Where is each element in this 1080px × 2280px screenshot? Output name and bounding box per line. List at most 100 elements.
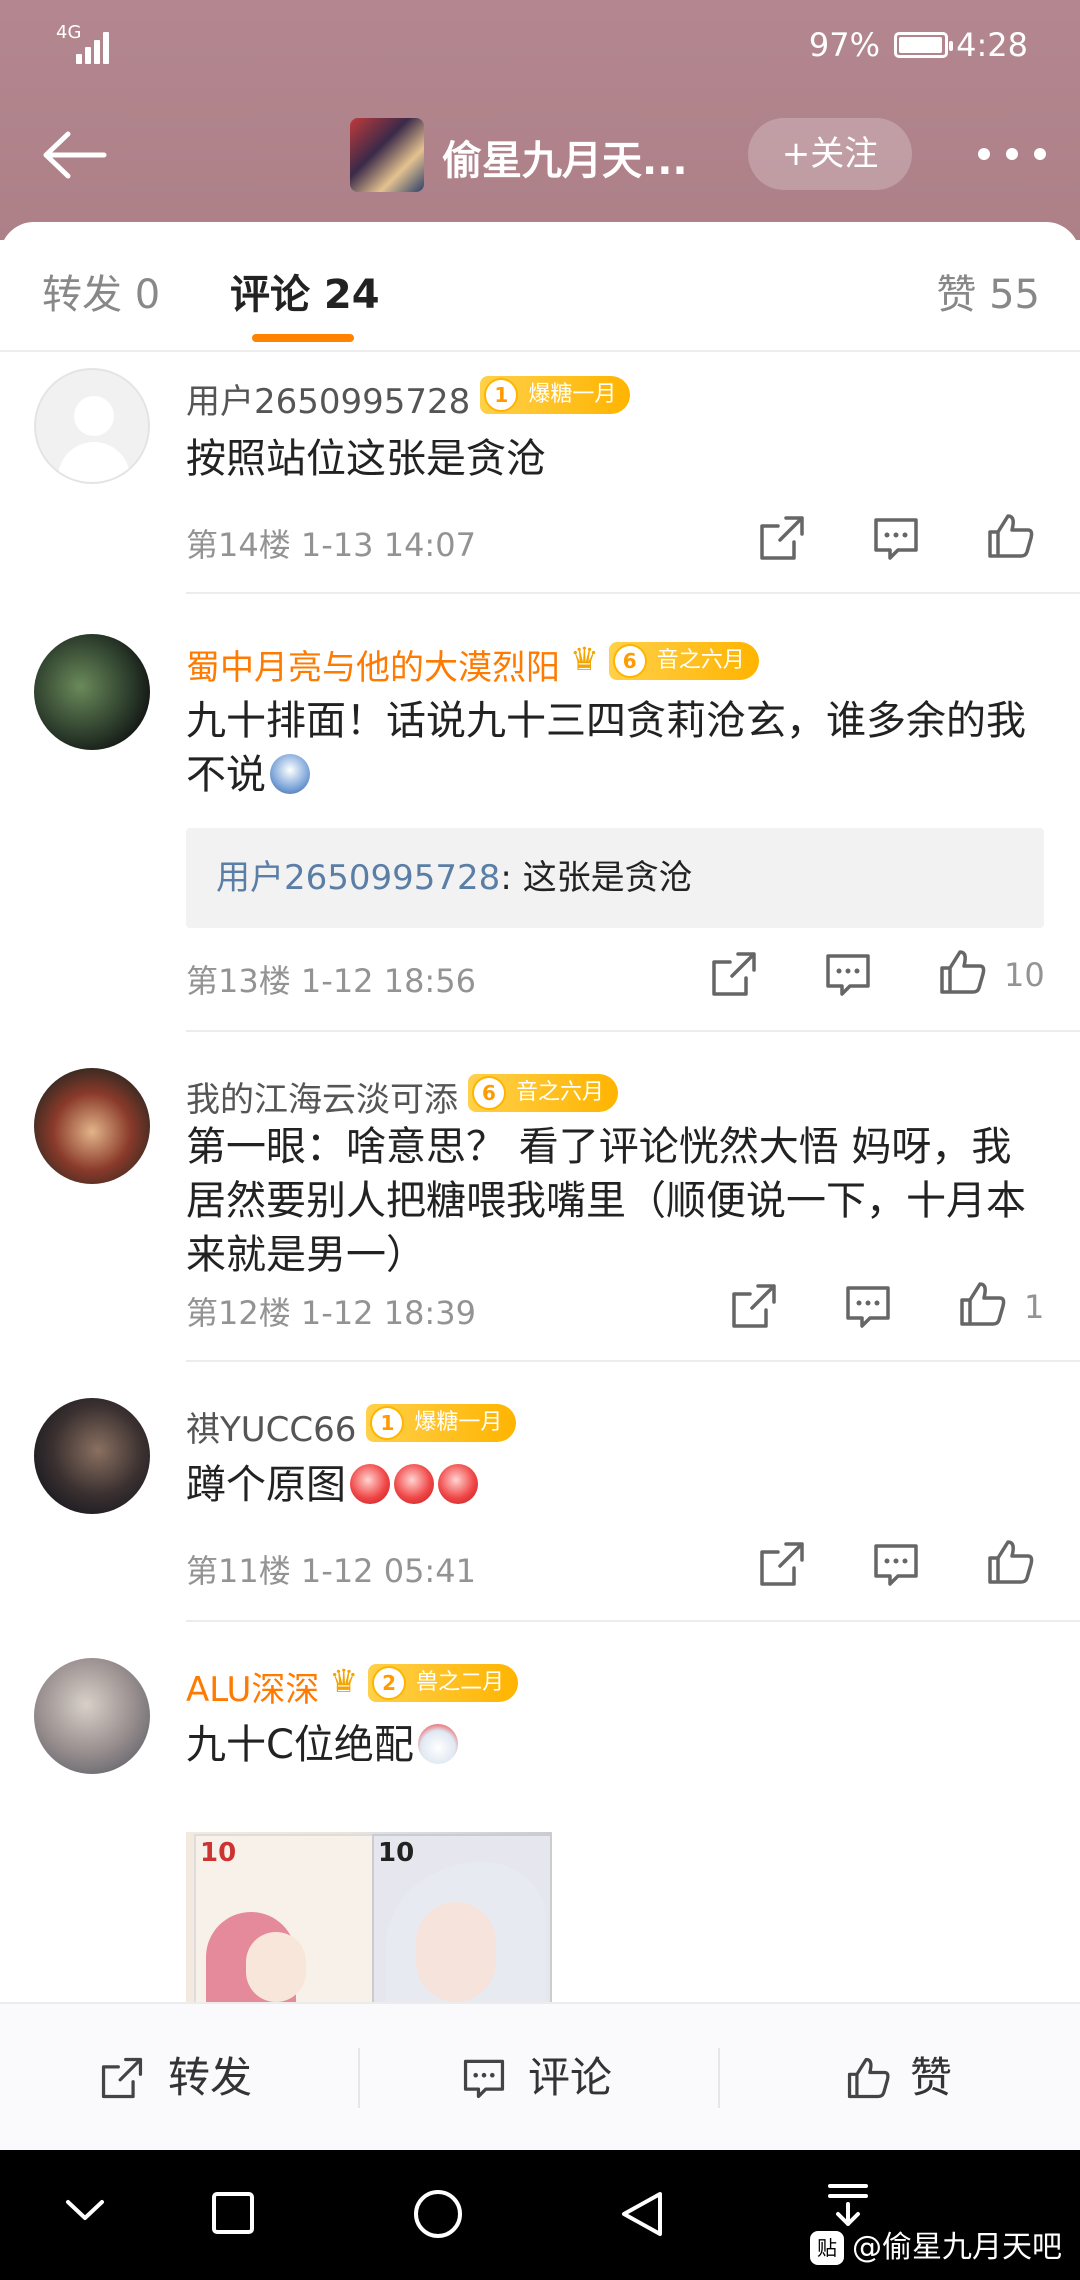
badge-text: 音之六月 — [516, 1080, 605, 1105]
fan-badge: 2 兽之二月 — [368, 1664, 519, 1702]
like-icon[interactable] — [936, 946, 988, 998]
top-area: 4G 97% 4:28 偷星九月天... +关注 — [0, 0, 1080, 240]
comment-icon — [463, 2059, 505, 2099]
tieba-logo-icon: 贴 — [810, 2231, 844, 2265]
fan-badge: 6 音之六月 — [608, 642, 759, 680]
emoji-icon — [270, 754, 310, 794]
active-tab-indicator — [252, 334, 354, 342]
comment-username[interactable]: ALU深深 ♛ 2 兽之二月 — [186, 1662, 519, 1711]
username-text[interactable]: 我的江海云淡可添 — [186, 1080, 458, 1120]
reply-icon[interactable] — [842, 1280, 894, 1332]
floor-number: 第11楼 — [186, 1552, 291, 1590]
username-text[interactable]: 祺YUCC66 — [186, 1410, 356, 1450]
follow-button[interactable]: +关注 — [748, 118, 912, 190]
avatar[interactable] — [34, 1398, 150, 1514]
comment-item: 祺YUCC66 1 爆糖一月 蹲个原图 第11楼 1-12 05:41 — [0, 1362, 1080, 1622]
avatar[interactable] — [34, 634, 150, 750]
recents-icon[interactable] — [210, 2190, 256, 2236]
quoted-username[interactable]: 用户2650995728 — [216, 858, 500, 898]
header-bar: 偷星九月天... +关注 — [0, 110, 1080, 200]
like-label: 赞 — [910, 2053, 953, 2102]
reply-icon[interactable] — [822, 948, 874, 1000]
comment-text: 按照站位这张是贪沧 — [186, 436, 546, 482]
topic-avatar[interactable] — [350, 118, 424, 192]
emoji-icon — [438, 1464, 478, 1504]
separator — [718, 2048, 720, 2108]
share-icon[interactable] — [708, 948, 760, 1000]
floor-number: 第13楼 — [186, 962, 291, 1000]
comment-time: 1-12 18:56 — [300, 962, 476, 1000]
tab-bar: 转发 0 评论 24 赞 55 — [0, 222, 1080, 352]
badge-text: 音之六月 — [656, 648, 745, 673]
watermark: 贴 @偷星九月天吧 — [810, 2222, 1062, 2266]
comment-username[interactable]: 蜀中月亮与他的大漠烈阳 ♛ 6 音之六月 — [186, 640, 759, 689]
page-title[interactable]: 偷星九月天... — [442, 128, 688, 186]
like-icon[interactable] — [984, 1536, 1036, 1588]
separator — [358, 2048, 360, 2108]
username-text[interactable]: 用户2650995728 — [186, 382, 470, 422]
avatar[interactable] — [34, 1068, 150, 1184]
comment-item: ALU深深 ♛ 2 兽之二月 九十C位绝配 10 10 — [0, 1622, 1080, 2002]
system-nav-bar: 贴 @偷星九月天吧 — [0, 2150, 1080, 2280]
comment-username[interactable]: 祺YUCC66 1 爆糖一月 — [186, 1402, 517, 1451]
comment-text: 蹲个原图 — [186, 1458, 1046, 1512]
comment-meta: 第11楼 1-12 05:41 — [186, 1546, 476, 1592]
vip-crown-icon: ♛ — [329, 1662, 359, 1700]
comment-list[interactable]: 用户2650995728 1 爆糖一月 按照站位这张是贪沧 第14楼 1-13 14… — [0, 352, 1080, 2002]
bottom-action-bar: 转发 评论 赞 — [0, 2002, 1080, 2150]
back-arrow-icon[interactable] — [40, 130, 110, 180]
avatar[interactable] — [34, 368, 150, 484]
share-icon[interactable] — [756, 512, 808, 564]
comment-text: 九十排面！话说九十三四贪莉沧玄，谁多余的我不说 — [186, 694, 1046, 802]
comment-text-content: 九十C位绝配 — [186, 1722, 414, 1768]
like-count: 10 — [1004, 956, 1045, 994]
comment-button[interactable]: 评论 — [460, 2004, 660, 2152]
comment-image[interactable]: 10 10 — [186, 1832, 552, 2002]
avatar[interactable] — [34, 1658, 150, 1774]
content-card: 转发 0 评论 24 赞 55 用户2650995728 1 爆糖一月 按照站位这张… — [0, 222, 1080, 2002]
battery-percent: 97% — [808, 26, 880, 64]
like-icon[interactable] — [956, 1278, 1008, 1330]
fan-badge: 1 爆糖一月 — [480, 376, 631, 414]
share-icon[interactable] — [756, 1538, 808, 1590]
comment-meta: 第14楼 1-13 14:07 — [186, 520, 476, 566]
like-icon[interactable] — [984, 510, 1036, 562]
vip-crown-icon: ♛ — [570, 640, 599, 678]
reply-icon[interactable] — [870, 1538, 922, 1590]
emoji-icon — [350, 1464, 390, 1504]
reply-icon[interactable] — [870, 512, 922, 564]
like-button[interactable]: 赞 — [844, 2004, 1004, 2152]
comment-item: 蜀中月亮与他的大漠烈阳 ♛ 6 音之六月 九十排面！话说九十三四贪莉沧玄，谁多余的我不… — [0, 594, 1080, 1032]
comment-username[interactable]: 我的江海云淡可添 6 音之六月 — [186, 1072, 619, 1121]
clock: 4:28 — [956, 26, 1028, 64]
username-text[interactable]: 蜀中月亮与他的大漠烈阳 — [186, 648, 560, 688]
notification-pull-icon[interactable] — [826, 2180, 870, 2228]
username-text[interactable]: ALU深深 — [186, 1670, 319, 1710]
signal-icon — [76, 28, 116, 64]
floor-number: 第12楼 — [186, 1294, 291, 1332]
floor-number: 第14楼 — [186, 526, 291, 564]
share-icon[interactable] — [728, 1280, 780, 1332]
comment-time: 1-12 05:41 — [300, 1552, 476, 1590]
comment-username[interactable]: 用户2650995728 1 爆糖一月 — [186, 374, 631, 423]
badge-text: 爆糖一月 — [414, 1410, 503, 1435]
tab-likes[interactable]: 赞 55 — [936, 262, 1040, 320]
quoted-reply[interactable]: 用户2650995728: 这张是贪沧 — [186, 828, 1044, 928]
like-count: 1 — [1024, 1288, 1045, 1326]
badge-text: 爆糖一月 — [528, 382, 617, 407]
comment-text-content: 九十排面！话说九十三四贪莉沧玄，谁多余的我不说 — [186, 698, 1026, 798]
card-label: 10 — [200, 1838, 237, 1868]
battery-icon — [894, 32, 953, 58]
back-icon[interactable] — [618, 2188, 666, 2240]
comment-time: 1-12 18:39 — [300, 1294, 476, 1332]
status-bar: 4G 97% 4:28 — [0, 22, 1080, 72]
more-icon[interactable] — [978, 148, 1048, 162]
comment-meta: 第12楼 1-12 18:39 — [186, 1288, 476, 1334]
repost-button[interactable]: 转发 — [98, 2004, 298, 2152]
tab-comments[interactable]: 评论 24 — [230, 262, 380, 320]
tab-repost[interactable]: 转发 0 — [42, 262, 160, 320]
comment-time: 1-13 14:07 — [300, 526, 476, 564]
badge-level: 1 — [484, 378, 519, 412]
home-icon[interactable] — [412, 2188, 464, 2240]
chevron-down-icon[interactable] — [62, 2194, 108, 2224]
